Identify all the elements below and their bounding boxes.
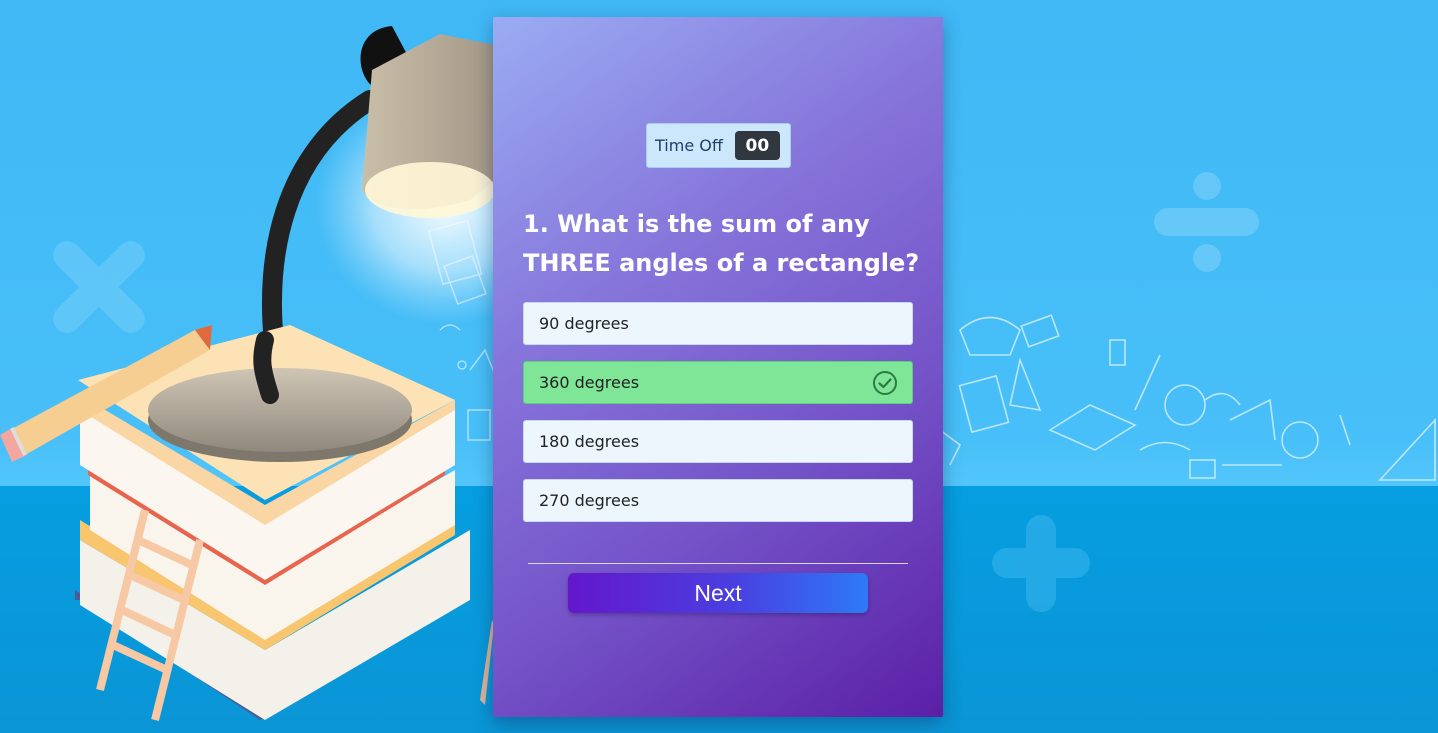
timer-box: Time Off 00 <box>646 123 791 168</box>
divider <box>528 563 908 564</box>
timer-value: 00 <box>734 131 780 160</box>
answer-option[interactable]: 90 degrees <box>523 302 913 345</box>
plus-symbol-icon <box>992 515 1090 612</box>
timer-label: Time Off <box>655 136 723 155</box>
answer-option-label: 270 degrees <box>539 491 640 510</box>
answer-option-label: 360 degrees <box>539 373 640 392</box>
answer-option-label: 90 degrees <box>539 314 629 333</box>
check-circle-icon <box>873 371 897 395</box>
math-doodles <box>939 314 1436 481</box>
answer-option[interactable]: 270 degrees <box>523 479 913 522</box>
answer-option-correct[interactable]: 360 degrees <box>523 361 913 404</box>
divide-symbol-icon <box>1154 172 1259 272</box>
multiply-symbol-icon <box>53 241 145 333</box>
question-text: 1. What is the sum of any THREE angles o… <box>523 210 920 277</box>
answer-option[interactable]: 180 degrees <box>523 420 913 463</box>
answer-options: 90 degrees 360 degrees 180 degrees 270 d… <box>523 302 913 538</box>
quiz-card: Time Off 00 1. What is the sum of any TH… <box>493 17 943 717</box>
next-button[interactable]: Next <box>568 573 868 613</box>
answer-option-label: 180 degrees <box>539 432 640 451</box>
